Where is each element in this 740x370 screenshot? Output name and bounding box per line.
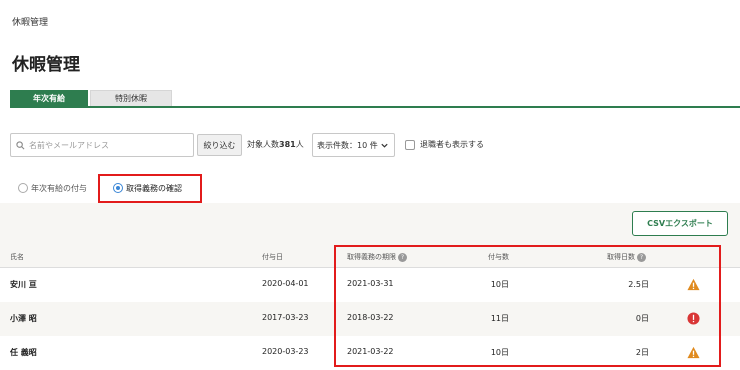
search-box[interactable] xyxy=(10,133,194,157)
grant-date: 2020-03-23 xyxy=(262,347,309,356)
highlight-box-table xyxy=(334,245,721,367)
column-header-name: 氏名 xyxy=(10,252,24,262)
target-count-value: 381 xyxy=(279,140,296,149)
column-header-label: 氏名 xyxy=(10,253,24,261)
target-count-unit: 人 xyxy=(295,140,304,149)
tab-special-leave[interactable]: 特別休暇 xyxy=(90,90,172,106)
radio-circle[interactable] xyxy=(18,183,28,193)
per-page-select[interactable]: 表示件数：10 件 xyxy=(312,133,395,157)
breadcrumb: 休暇管理 xyxy=(12,18,49,28)
csv-export-button[interactable]: CSVエクスポート xyxy=(632,211,728,236)
column-header-grant-date: 付与日 xyxy=(262,252,283,262)
column-header-label: 付与日 xyxy=(262,253,283,261)
page-title: 休暇管理 xyxy=(12,55,80,75)
show-retired-toggle[interactable]: 退職者も表示する xyxy=(405,139,484,150)
employee-name[interactable]: 小澤 昭 xyxy=(10,313,37,324)
grant-date: 2017-03-23 xyxy=(262,313,309,322)
grant-date: 2020-04-01 xyxy=(262,279,309,288)
search-icon xyxy=(16,140,25,149)
target-count: 対象人数381人 xyxy=(247,139,304,150)
tab-annual-leave[interactable]: 年次有給 xyxy=(10,90,88,106)
per-page-value: 表示件数：10 件 xyxy=(317,140,378,150)
employee-name[interactable]: 任 義昭 xyxy=(10,347,37,358)
show-retired-label: 退職者も表示する xyxy=(420,140,484,149)
search-input[interactable] xyxy=(29,140,189,150)
chevron-down-icon xyxy=(381,143,388,148)
target-count-label: 対象人数 xyxy=(247,140,279,149)
radio-label: 年次有給の付与 xyxy=(31,183,87,193)
radio-annual-grant[interactable]: 年次有給の付与 xyxy=(18,180,87,196)
filter-button[interactable]: 絞り込む xyxy=(197,134,242,156)
show-retired-checkbox[interactable] xyxy=(405,139,415,150)
highlight-box-radio xyxy=(98,174,202,203)
employee-name[interactable]: 安川 亘 xyxy=(10,279,37,290)
tab-bar: 年次有給 特別休暇 xyxy=(10,90,740,108)
